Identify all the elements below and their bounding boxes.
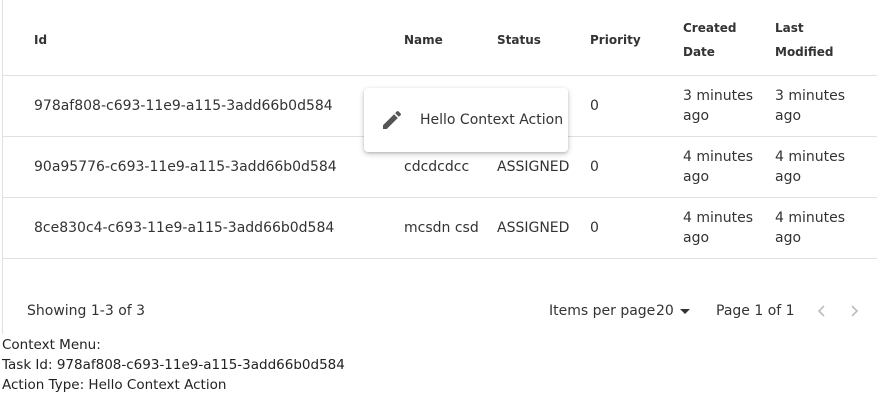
cell-modified: 4 minutes ago <box>775 147 845 187</box>
context-menu: Hello Context Action <box>364 88 568 152</box>
cell-modified-line1: 4 minutes <box>775 210 846 226</box>
table-row[interactable]: 8ce830c4-c693-11e9-a115-3add66b0d584 mcs… <box>3 198 877 259</box>
table-pagination: Showing 1-3 of 3 Items per page 20 Page … <box>3 260 877 334</box>
cell-created: 4 minutes ago <box>683 147 753 187</box>
cell-name: mcsdn csd <box>404 220 479 236</box>
chevron-right-icon[interactable] <box>846 303 862 319</box>
cell-created-line1: 3 minutes <box>683 88 754 104</box>
cell-modified-line2: ago <box>775 230 802 246</box>
cell-modified: 3 minutes ago <box>775 86 845 126</box>
cell-id: 8ce830c4-c693-11e9-a115-3add66b0d584 <box>34 220 335 236</box>
header-modified-line2: Modified <box>775 45 834 59</box>
cell-modified-line2: ago <box>775 108 802 124</box>
header-created-date[interactable]: Created Date <box>683 16 736 64</box>
header-created-line2: Date <box>683 45 715 59</box>
header-created-line1: Created <box>683 21 737 35</box>
items-per-page-select[interactable]: 20 <box>656 301 674 321</box>
dropdown-arrow-icon[interactable] <box>680 309 690 314</box>
context-menu-item-label: Hello Context Action <box>420 112 564 128</box>
cell-modified-line1: 3 minutes <box>775 88 846 104</box>
cell-created-line2: ago <box>683 230 710 246</box>
cell-id: 978af808-c693-11e9-a115-3add66b0d584 <box>34 98 333 114</box>
header-modified-line1: Last <box>775 21 804 35</box>
cell-name: cdcdcdcc <box>404 159 470 175</box>
info-context-menu: Context Menu: <box>2 337 101 353</box>
cell-created-line2: ago <box>683 108 710 124</box>
cell-created: 3 minutes ago <box>683 86 753 126</box>
showing-count: Showing 1-3 of 3 <box>27 303 146 319</box>
header-priority[interactable]: Priority <box>590 28 641 52</box>
header-id[interactable]: Id <box>34 28 47 52</box>
cell-modified-line2: ago <box>775 169 802 185</box>
cell-priority: 0 <box>590 98 599 114</box>
cell-modified: 4 minutes ago <box>775 208 845 248</box>
header-status[interactable]: Status <box>497 28 541 52</box>
chevron-left-icon[interactable] <box>814 303 830 319</box>
items-per-page-label: Items per page <box>549 303 656 319</box>
header-last-modified[interactable]: Last Modified <box>775 16 834 64</box>
page-indicator: Page 1 of 1 <box>716 303 795 319</box>
cell-created: 4 minutes ago <box>683 208 753 248</box>
task-table: Id Name Status Priority Created Date Las… <box>2 0 877 334</box>
info-task-id: Task Id: 978af808-c693-11e9-a115-3add66b… <box>2 357 345 373</box>
cell-id: 90a95776-c693-11e9-a115-3add66b0d584 <box>34 159 337 175</box>
table-header-row: Id Name Status Priority Created Date Las… <box>3 0 877 76</box>
cell-priority: 0 <box>590 220 599 236</box>
cell-priority: 0 <box>590 159 599 175</box>
context-menu-item-hello[interactable]: Hello Context Action <box>364 96 568 144</box>
cell-created-line1: 4 minutes <box>683 210 754 226</box>
cell-status: ASSIGNED <box>497 220 570 236</box>
header-name[interactable]: Name <box>404 28 443 52</box>
cell-created-line1: 4 minutes <box>683 149 754 165</box>
pencil-icon <box>383 110 402 129</box>
info-action-type: Action Type: Hello Context Action <box>2 377 227 393</box>
cell-modified-line1: 4 minutes <box>775 149 846 165</box>
cell-created-line2: ago <box>683 169 710 185</box>
cell-status: ASSIGNED <box>497 159 570 175</box>
